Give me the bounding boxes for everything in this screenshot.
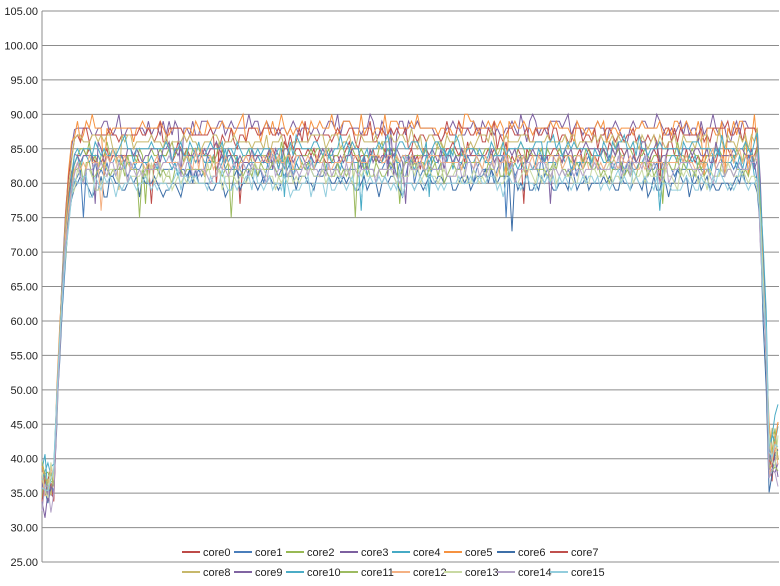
y-tick-label: 55.00 <box>10 350 38 362</box>
legend-label-core13: core13 <box>465 567 499 579</box>
y-tick-label: 105.00 <box>4 6 38 18</box>
legend-label-core2: core2 <box>307 547 335 559</box>
legend-label-core11: core11 <box>361 567 394 579</box>
y-tick-label: 50.00 <box>10 385 38 397</box>
line-chart: 25.00 30.00 35.00 40.00 45.00 50.00 55.00 60.00… <box>0 0 780 586</box>
y-tick-label: 85.00 <box>10 144 38 156</box>
y-tick-label: 75.00 <box>10 213 38 225</box>
y-tick-label: 90.00 <box>10 109 38 121</box>
y-tick-label: 70.00 <box>10 247 38 259</box>
legend-label-core12: core12 <box>413 567 447 579</box>
y-tick-label: 100.00 <box>4 40 38 52</box>
y-tick-label: 25.00 <box>10 557 38 569</box>
legend-label-core6: core6 <box>518 547 546 559</box>
legend-label-core10: core10 <box>307 567 341 579</box>
legend-label-core3: core3 <box>361 547 389 559</box>
legend-label-core9: core9 <box>255 567 283 579</box>
y-tick-label: 65.00 <box>10 282 38 294</box>
y-tick-label: 40.00 <box>10 454 38 466</box>
legend-label-core14: core14 <box>518 567 552 579</box>
y-tick-label: 30.00 <box>10 523 38 535</box>
chart-background <box>0 0 780 586</box>
legend-label-core7: core7 <box>571 547 599 559</box>
legend-label-core0: core0 <box>203 547 231 559</box>
y-tick-label: 35.00 <box>10 488 38 500</box>
legend-label-core8: core8 <box>203 567 231 579</box>
legend-label-core1: core1 <box>255 547 283 559</box>
y-tick-label: 80.00 <box>10 178 38 190</box>
legend-label-core4: core4 <box>413 547 441 559</box>
y-tick-label: 45.00 <box>10 419 38 431</box>
legend-label-core15: core15 <box>571 567 605 579</box>
y-tick-label: 95.00 <box>10 75 38 87</box>
y-tick-label: 60.00 <box>10 316 38 328</box>
legend-label-core5: core5 <box>465 547 493 559</box>
